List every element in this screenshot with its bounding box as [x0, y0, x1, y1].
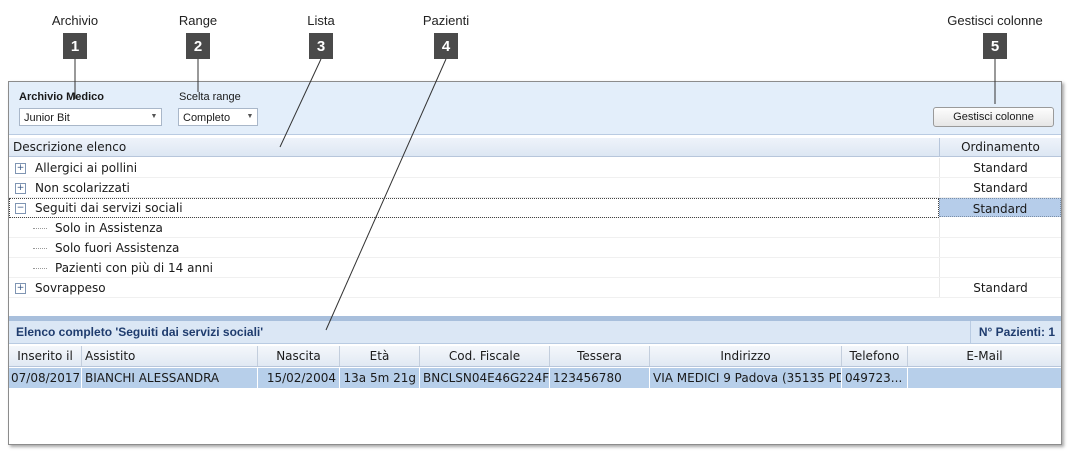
table-row[interactable]: 07/08/2017 BIANCHI ALESSANDRA 15/02/2004…	[9, 368, 1061, 388]
callout-label-archivio: Archivio	[51, 13, 99, 28]
range-select-value: Completo	[183, 112, 231, 124]
col-header-telefono[interactable]: Telefono	[842, 346, 908, 366]
tree-connector	[33, 248, 47, 249]
patients-count: N° Pazienti: 1	[969, 321, 1055, 343]
list-grid-header: Descrizione elenco Ordinamento	[9, 138, 1061, 157]
tree-connector	[33, 268, 47, 269]
callout-label-lista: Lista	[307, 13, 335, 28]
col-header-description[interactable]: Descrizione elenco	[9, 138, 939, 156]
col-header-tessera[interactable]: Tessera	[550, 346, 650, 366]
patients-panel-header: Elenco completo 'Seguiti dai servizi soc…	[9, 321, 1061, 344]
list-item-label: Solo in Assistenza	[55, 221, 163, 235]
callout-badge-3: 3	[309, 33, 333, 59]
callout-label-gestisci-colonne: Gestisci colonne	[947, 13, 1043, 28]
list-item-order: Standard	[939, 198, 1061, 217]
list-item-allergici[interactable]: + Allergici ai pollini Standard	[9, 158, 1061, 178]
cell-inserito: 07/08/2017	[9, 368, 82, 388]
tree-connector	[33, 228, 47, 229]
list-item-order	[939, 258, 1061, 277]
cell-email	[908, 368, 1061, 388]
list-item-order	[939, 238, 1061, 257]
archive-label: Archivio Medico	[19, 91, 104, 103]
cell-indirizzo: VIA MEDICI 9 Padova (35135 PD)	[650, 368, 842, 388]
list-item-label: Sovrappeso	[35, 281, 106, 295]
manage-columns-button[interactable]: Gestisci colonne	[933, 107, 1054, 127]
list-item-non-scolarizzati[interactable]: + Non scolarizzati Standard	[9, 178, 1061, 198]
archive-select[interactable]: Junior Bit ▼	[19, 108, 162, 126]
list-item-label: Non scolarizzati	[35, 181, 130, 195]
col-header-order[interactable]: Ordinamento	[939, 138, 1061, 156]
list-item-order: Standard	[939, 278, 1061, 297]
chevron-down-icon: ▼	[246, 113, 254, 120]
sub-list-item-solo-in-assistenza[interactable]: Solo in Assistenza	[9, 218, 1061, 238]
range-select[interactable]: Completo ▼	[178, 108, 258, 126]
cell-assistito: BIANCHI ALESSANDRA	[82, 368, 258, 388]
patients-table-header: Inserito il Assistito Nascita Età Cod. F…	[9, 346, 1061, 367]
list-item-label: Pazienti con più di 14 anni	[55, 261, 214, 275]
callout-badge-4: 4	[434, 33, 458, 59]
cell-tessera: 123456780	[550, 368, 650, 388]
list-item-order	[939, 218, 1061, 237]
col-header-email[interactable]: E-Mail	[908, 346, 1061, 366]
expand-icon[interactable]: +	[15, 183, 26, 194]
col-header-inserito[interactable]: Inserito il	[9, 346, 82, 366]
cell-telefono: 049723...	[842, 368, 908, 388]
list-item-order: Standard	[939, 158, 1061, 177]
list-item-label: Seguiti dai servizi sociali	[35, 201, 183, 215]
callout-badge-5: 5	[983, 33, 1007, 59]
list-item-sovrappeso[interactable]: + Sovrappeso Standard	[9, 278, 1061, 298]
sub-list-item-solo-fuori-assistenza[interactable]: Solo fuori Assistenza	[9, 238, 1061, 258]
col-header-eta[interactable]: Età	[340, 346, 420, 366]
col-header-assistito[interactable]: Assistito	[82, 346, 258, 366]
callout-badge-2: 2	[186, 33, 210, 59]
list-item-servizi-sociali[interactable]: − Seguiti dai servizi sociali	[9, 198, 939, 218]
patients-panel-title: Elenco completo 'Seguiti dai servizi soc…	[16, 325, 264, 339]
expand-icon[interactable]: +	[15, 283, 26, 294]
collapse-icon[interactable]: −	[15, 203, 26, 214]
application-window: Archivio Medico Junior Bit ▼ Scelta rang…	[8, 81, 1062, 445]
archive-select-value: Junior Bit	[24, 112, 70, 124]
list-item-order: Standard	[939, 178, 1061, 197]
list-item-servizi-sociali-order-cell[interactable]: Standard	[939, 198, 1061, 218]
col-header-nascita[interactable]: Nascita	[258, 346, 340, 366]
cell-cod-fiscale: BNCLSN04E46G224F	[420, 368, 550, 388]
list-item-label: Allergici ai pollini	[35, 161, 138, 175]
list-item-label: Solo fuori Assistenza	[55, 241, 180, 255]
callout-label-pazienti: Pazienti	[422, 13, 470, 28]
callout-badge-1: 1	[63, 33, 87, 59]
chevron-down-icon: ▼	[150, 113, 158, 120]
cell-nascita: 15/02/2004	[258, 368, 340, 388]
sub-list-item-piu-di-14-anni[interactable]: Pazienti con più di 14 anni	[9, 258, 1061, 278]
expand-icon[interactable]: +	[15, 163, 26, 174]
col-header-cod-fiscale[interactable]: Cod. Fiscale	[420, 346, 550, 366]
callout-label-range: Range	[178, 13, 218, 28]
cell-eta: 13a 5m 21g	[340, 368, 420, 388]
range-label: Scelta range	[179, 91, 241, 103]
col-header-indirizzo[interactable]: Indirizzo	[650, 346, 842, 366]
toolbar: Archivio Medico Junior Bit ▼ Scelta rang…	[9, 82, 1061, 135]
